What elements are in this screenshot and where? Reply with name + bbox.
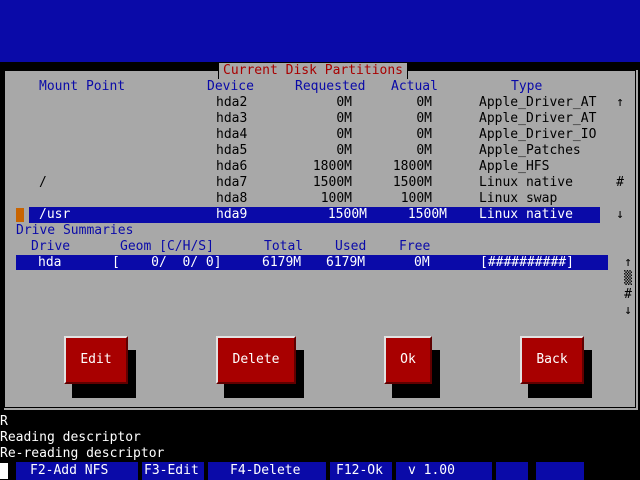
disk-partitions-dialog: Current Disk Partitions Mount Point Devi…	[4, 63, 638, 410]
partition-row[interactable]: hda2 0M 0M Apple_Driver_AT	[14, 95, 602, 111]
status-f12-ok: F12-Ok	[330, 462, 392, 480]
row-requested: 0M	[336, 127, 352, 142]
console-line: R	[0, 414, 8, 429]
text-cursor	[0, 463, 8, 479]
row-requested: 100M	[320, 191, 352, 206]
col-total: Total	[264, 239, 304, 254]
drive-row-selected[interactable]: hda [ 0/ 0/ 0] 6179M 6179M 0M [#########…	[16, 255, 608, 270]
row-type: Apple_Driver_AT	[479, 95, 597, 110]
status-f2-add-nfs: F2-Add NFS	[16, 462, 138, 480]
row-actual: 1800M	[392, 159, 432, 174]
row-actual: 0M	[416, 143, 432, 158]
console-line: Re-reading descriptor	[0, 446, 165, 461]
row-device: hda9	[216, 207, 248, 222]
status-empty-segment	[536, 462, 584, 480]
status-version: v 1.00	[396, 462, 492, 480]
drive-name: hda	[38, 255, 62, 270]
dialog-title: Current Disk Partitions	[218, 63, 409, 79]
back-button[interactable]: Back	[520, 336, 584, 384]
row-type: Apple_HFS	[479, 159, 550, 174]
col-actual: Actual	[391, 79, 438, 94]
partition-row[interactable]: hda5 0M 0M Apple_Patches	[14, 143, 602, 159]
status-f4-delete: F4-Delete	[208, 462, 326, 480]
col-type: Type	[511, 79, 543, 94]
col-free: Free	[399, 239, 431, 254]
drive-scroll-down-arrow[interactable]: ↓	[621, 303, 635, 319]
col-mount-point: Mount Point	[39, 79, 126, 94]
row-device: hda8	[216, 191, 248, 206]
row-device: hda7	[216, 175, 248, 190]
drive-geom: [ 0/ 0/ 0]	[112, 255, 222, 270]
row-actual: 1500M	[407, 207, 447, 222]
status-bar: F2-Add NFS F3-Edit F4-Delete F12-Ok v 1.…	[0, 462, 640, 480]
partition-row[interactable]: hda3 0M 0M Apple_Driver_AT	[14, 111, 602, 127]
status-f3-edit: F3-Edit	[142, 462, 204, 480]
row-type: Linux native	[479, 207, 573, 222]
partition-row[interactable]: hda8 100M 100M Linux swap	[14, 191, 602, 207]
row-actual: 0M	[416, 95, 432, 110]
top-blue-band	[0, 0, 640, 62]
scroll-thumb[interactable]: #	[613, 175, 627, 191]
partition-row[interactable]: hda4 0M 0M Apple_Driver_IO	[14, 127, 602, 143]
scroll-up-arrow[interactable]: ↑	[613, 95, 627, 111]
row-actual: 100M	[400, 191, 432, 206]
row-requested: 1500M	[327, 207, 367, 222]
row-type: Apple_Driver_IO	[479, 127, 597, 142]
partition-row[interactable]: / hda7 1500M 1500M Linux native	[14, 175, 602, 191]
row-type: Linux swap	[479, 191, 558, 206]
row-device: hda3	[216, 111, 248, 126]
col-drive: Drive	[31, 239, 71, 254]
drive-free: 0M	[414, 255, 430, 270]
row-device: hda6	[216, 159, 248, 174]
col-used: Used	[335, 239, 367, 254]
drive-usage-bar: [##########]	[480, 255, 574, 270]
drive-total: 6179M	[262, 255, 302, 270]
row-mount: /	[39, 175, 47, 190]
drive-scroll-up-arrow[interactable]: ↑	[621, 255, 635, 271]
row-requested: 1800M	[312, 159, 352, 174]
drive-summaries-label: Drive Summaries	[16, 223, 134, 238]
row-type: Apple_Driver_AT	[479, 111, 597, 126]
col-requested: Requested	[295, 79, 366, 94]
row-device: hda4	[216, 127, 248, 142]
row-type: Apple_Patches	[479, 143, 581, 158]
row-device: hda5	[216, 143, 248, 158]
console-line: Reading descriptor	[0, 430, 141, 445]
row-requested: 0M	[336, 143, 352, 158]
row-requested: 0M	[336, 111, 352, 126]
status-empty-segment	[496, 462, 528, 480]
col-geom: Geom [C/H/S]	[120, 239, 214, 254]
row-device: hda2	[216, 95, 248, 110]
drive-scroll-thumb[interactable]: #	[621, 287, 635, 303]
cursor-marker	[16, 208, 24, 222]
drive-scroll-track[interactable]: ▒	[621, 271, 635, 287]
delete-button[interactable]: Delete	[216, 336, 296, 384]
row-type: Linux native	[479, 175, 573, 190]
row-actual: 1500M	[392, 175, 432, 190]
col-device: Device	[207, 79, 254, 94]
ok-button[interactable]: Ok	[384, 336, 432, 384]
row-actual: 0M	[416, 111, 432, 126]
row-requested: 0M	[336, 95, 352, 110]
row-actual: 0M	[416, 127, 432, 142]
scroll-down-arrow[interactable]: ↓	[613, 207, 627, 223]
partition-row-selected[interactable]: /usr hda9 1500M 1500M Linux native	[29, 207, 600, 223]
row-mount: /usr	[39, 207, 71, 222]
drive-used: 6179M	[326, 255, 366, 270]
edit-button[interactable]: Edit	[64, 336, 128, 384]
row-requested: 1500M	[312, 175, 352, 190]
partition-row[interactable]: hda6 1800M 1800M Apple_HFS	[14, 159, 602, 175]
